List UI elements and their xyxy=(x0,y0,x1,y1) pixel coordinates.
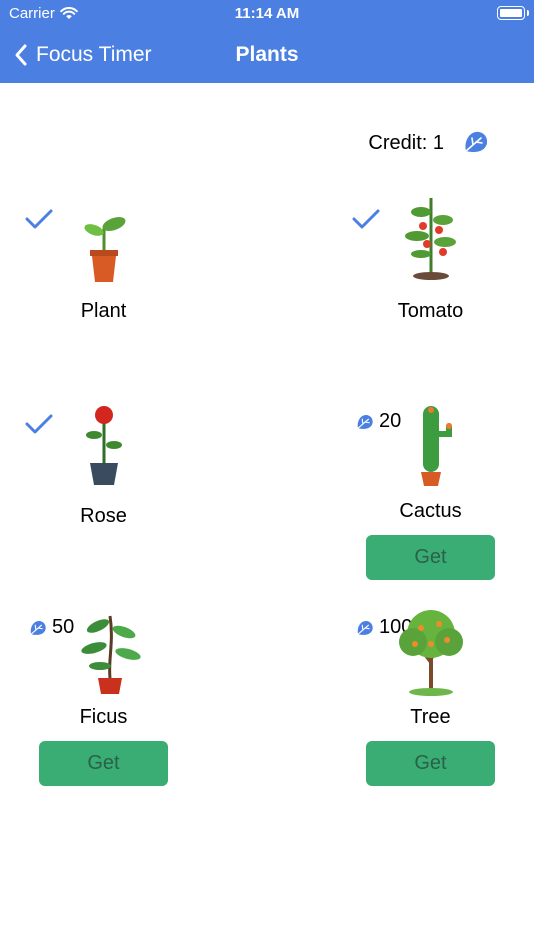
battery-icon xyxy=(497,6,529,20)
credit-label: Credit: 1 xyxy=(368,132,444,154)
leaf-icon xyxy=(465,131,488,153)
plant-cell-tomato: Tomato xyxy=(327,198,534,400)
ficus-image xyxy=(81,615,141,694)
plant-name: Plant xyxy=(80,300,127,322)
tree-image xyxy=(399,610,463,696)
credit-display: Credit: 1 xyxy=(368,132,444,155)
status-bar: Carrier 11:14 AM xyxy=(0,0,534,28)
plant-name: Cactus xyxy=(399,500,462,522)
get-button[interactable]: Get xyxy=(366,741,495,786)
status-time: 11:14 AM xyxy=(234,5,300,22)
plant-name: Tomato xyxy=(397,300,464,322)
cost-badge: 50 xyxy=(28,616,74,639)
plant-name: Ficus xyxy=(79,706,128,728)
plant-cell-plant: Plant xyxy=(0,200,267,400)
plant-cell-cactus: 20 Cactus Get xyxy=(327,400,534,600)
plant-cell-rose: Rose xyxy=(0,405,267,605)
plant-cell-ficus: 50 Ficus Get xyxy=(0,606,267,806)
leaf-icon xyxy=(357,414,373,429)
leaf-icon xyxy=(30,620,46,635)
plant-image xyxy=(84,217,126,282)
checkmark-icon xyxy=(352,209,380,229)
get-button[interactable]: Get xyxy=(366,535,495,580)
rose-image xyxy=(86,406,122,485)
page-title: Plants xyxy=(235,43,299,66)
plant-cell-tree: 100 Tree Get xyxy=(327,606,534,806)
get-button[interactable]: Get xyxy=(39,741,168,786)
plant-name: Tree xyxy=(410,706,451,728)
nav-bar: Carrier 11:14 AM Focus Timer Plants xyxy=(0,0,534,83)
leaf-icon xyxy=(357,620,373,635)
plant-name: Rose xyxy=(80,505,127,527)
tomato-image xyxy=(405,198,456,280)
checkmark-icon xyxy=(25,414,53,434)
checkmark-icon xyxy=(25,209,53,229)
cactus-image xyxy=(421,406,452,486)
